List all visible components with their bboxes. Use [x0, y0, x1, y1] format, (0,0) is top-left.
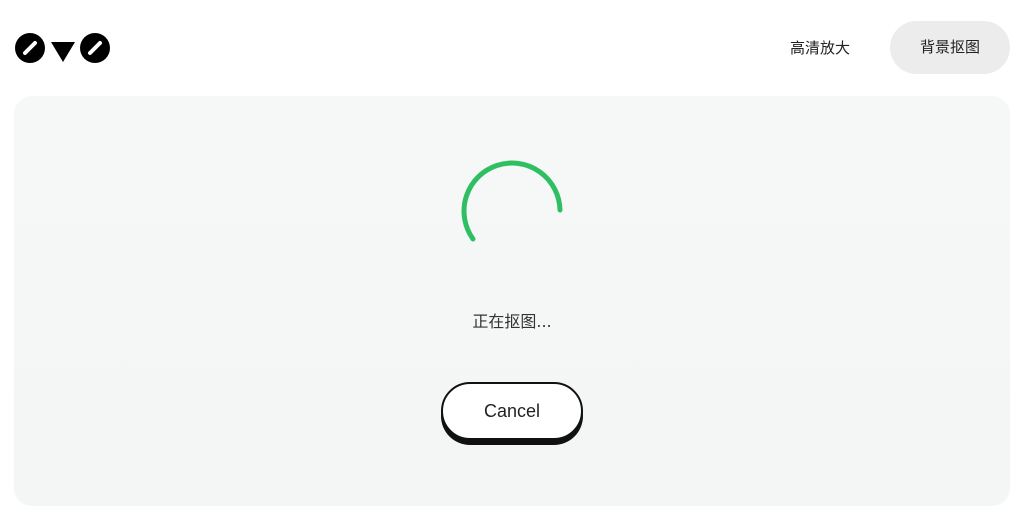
processing-status-text: 正在抠图...	[472, 312, 552, 331]
nav-upscale-link[interactable]: 高清放大	[770, 22, 870, 74]
nav-background-removal-button[interactable]: 背景抠图	[890, 21, 1010, 74]
loading-spinner-icon	[460, 160, 564, 248]
page: 高清放大 背景抠图 正在抠图... Cancel	[0, 0, 1024, 520]
cancel-button[interactable]: Cancel	[441, 382, 583, 440]
processing-panel	[14, 96, 1010, 506]
top-header: 高清放大 背景抠图	[0, 0, 1024, 96]
owo-logo-icon[interactable]	[14, 32, 112, 64]
